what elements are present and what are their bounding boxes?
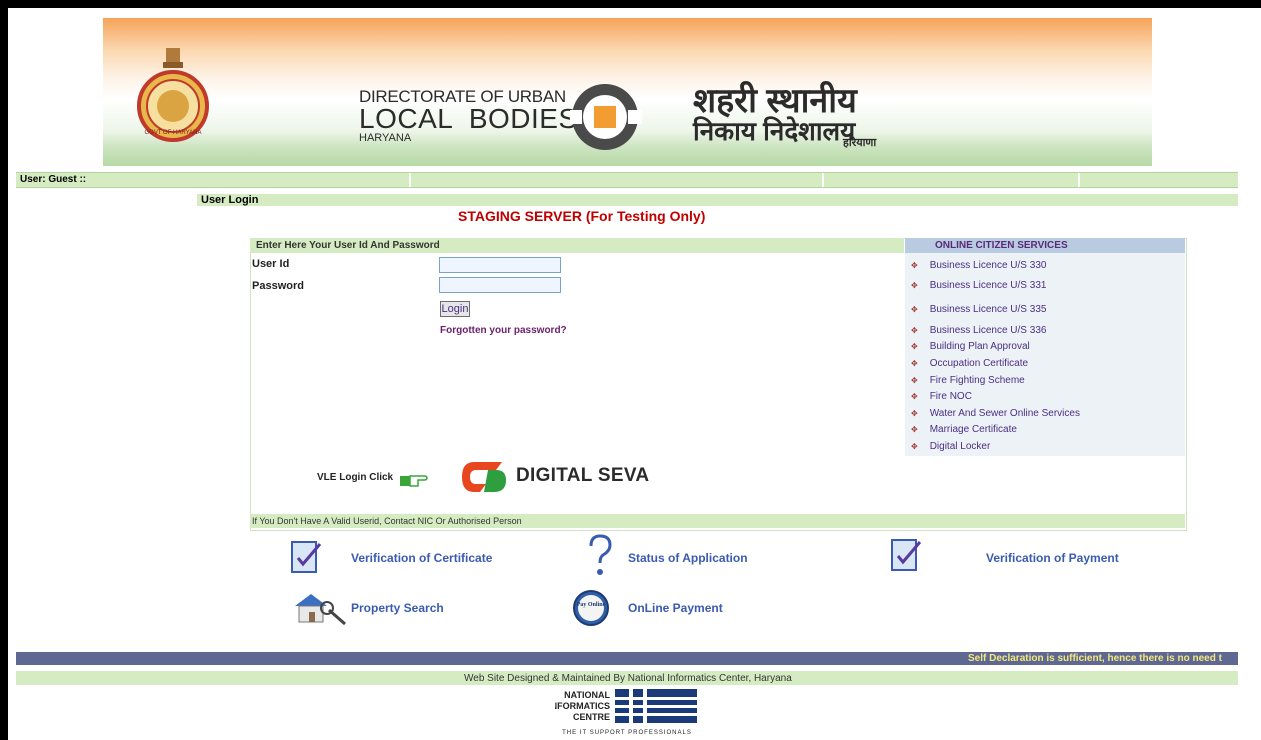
footer-credit-bar: Web Site Designed & Maintained By Nation… [16, 671, 1238, 685]
bullet-icon: ✥ [911, 442, 918, 451]
online-payment-link[interactable]: OnLine Payment [628, 601, 723, 615]
top-border [0, 0, 1261, 8]
bullet-icon: ✥ [911, 392, 918, 401]
footer-credit: Web Site Designed & Maintained By Nation… [464, 673, 792, 684]
org-en-line2: LOCAL BODIES [359, 103, 578, 134]
nic-logo-icon: NATIONAL INFORMATICS CENTRE THE IT SUPPO… [555, 689, 697, 736]
service-link[interactable]: ✥ Fire Fighting Scheme [911, 375, 1025, 386]
left-border [0, 0, 8, 740]
org-hi-line3: हरियाणा [843, 137, 877, 149]
forgot-password-link[interactable]: Forgotten your password? [440, 325, 567, 336]
login-panel-footer: If You Don't Have A Valid Userid, Contac… [250, 514, 1185, 528]
service-link[interactable]: ✥ Water And Sewer Online Services [911, 408, 1080, 419]
nic-line1: NATIONAL [564, 690, 610, 700]
bullet-icon: ✥ [911, 425, 918, 434]
nic-tagline: THE IT SUPPORT PROFESSIONALS [562, 730, 692, 736]
service-link[interactable]: ✥ Occupation Certificate [911, 358, 1028, 369]
vle-login-label: VLE Login Click [317, 472, 394, 483]
service-label[interactable]: Business Licence U/S 330 [930, 260, 1047, 271]
login-button[interactable]: Login [440, 301, 470, 317]
service-link[interactable]: ✥ Digital Locker [911, 441, 990, 452]
userid-label: User Id [252, 258, 290, 270]
staging-notice: STAGING SERVER (For Testing Only) [458, 208, 706, 224]
service-label[interactable]: Business Licence U/S 336 [930, 325, 1047, 336]
userbar-divider [409, 173, 411, 187]
user-status-bar: User: Guest :: [16, 172, 1238, 188]
bullet-icon: ✥ [911, 305, 918, 314]
service-label[interactable]: Water And Sewer Online Services [930, 408, 1080, 419]
bullet-icon: ✥ [911, 409, 918, 418]
service-link[interactable]: ✥ Business Licence U/S 335 [911, 304, 1046, 315]
service-link[interactable]: ✥ Building Plan Approval [911, 341, 1030, 352]
house-search-icon[interactable] [291, 588, 347, 626]
service-link[interactable]: ✥ Business Licence U/S 330 [911, 260, 1046, 271]
service-label[interactable]: Occupation Certificate [930, 358, 1028, 369]
service-label[interactable]: Business Licence U/S 335 [930, 304, 1047, 315]
service-label[interactable]: Digital Locker [930, 441, 991, 452]
announcement-ticker: Self Declaration is sufficient, hence th… [16, 652, 1238, 665]
bullet-icon: ✥ [911, 281, 918, 290]
contact-note: If You Don't Have A Valid Userid, Contac… [252, 516, 522, 526]
bullet-icon: ✥ [911, 359, 918, 368]
userbar-divider [1078, 173, 1080, 187]
service-label[interactable]: Marriage Certificate [930, 424, 1017, 435]
userid-input[interactable] [439, 257, 561, 273]
service-link[interactable]: ✥ Marriage Certificate [911, 424, 1017, 435]
pay-online-icon[interactable]: Pay Online [571, 589, 611, 627]
user-label: User: Guest :: [20, 174, 87, 185]
service-link[interactable]: ✥ Fire NOC [911, 391, 972, 402]
bullet-icon: ✥ [911, 376, 918, 385]
nic-line2: INFORMATICS [555, 701, 610, 711]
service-label[interactable]: Fire NOC [930, 391, 972, 402]
verify-payment-link[interactable]: Verification of Payment [986, 551, 1119, 565]
bullet-icon: ✥ [911, 326, 918, 335]
services-header-text: ONLINE CITIZEN SERVICES [935, 240, 1068, 251]
org-name-english: DIRECTORATE OF URBAN LOCAL BODIES HARYAN… [359, 88, 578, 144]
status-application-link[interactable]: Status of Application [628, 551, 748, 565]
citizen-services-panel: ONLINE CITIZEN SERVICES ✥ Business Licenc… [905, 238, 1185, 456]
nic-line3: CENTRE [573, 712, 610, 722]
ulb-logo-icon [570, 84, 642, 150]
password-input[interactable] [439, 277, 561, 293]
question-mark-icon[interactable] [586, 534, 614, 578]
verify-certificate-link[interactable]: Verification of Certificate [351, 551, 492, 565]
login-panel-header: Enter Here Your User Id And Password [250, 238, 904, 253]
ticker-text[interactable]: Self Declaration is sufficient, hence th… [968, 653, 1222, 664]
header-banner: GOVT OF HARYANA DIRECTORATE OF URBAN LOC… [103, 18, 1152, 166]
pointing-hand-icon[interactable] [400, 470, 428, 488]
service-label[interactable]: Fire Fighting Scheme [930, 375, 1025, 386]
haryana-emblem-icon: GOVT OF HARYANA [137, 48, 209, 142]
service-link[interactable]: ✥ Business Licence U/S 331 [911, 280, 1046, 291]
bullet-icon: ✥ [911, 261, 918, 270]
service-link[interactable]: ✥ Business Licence U/S 336 [911, 325, 1046, 336]
login-header-text: Enter Here Your User Id And Password [256, 240, 440, 251]
org-name-hindi: शहरी स्थानीय निकाय निदेशालय हरियाणा [693, 84, 876, 149]
property-search-link[interactable]: Property Search [351, 601, 444, 615]
bullet-icon: ✥ [911, 342, 918, 351]
digital-seva-logo-icon[interactable] [462, 460, 508, 494]
digital-seva-text[interactable]: DIGITAL SEVA [516, 465, 649, 487]
service-label[interactable]: Building Plan Approval [930, 341, 1030, 352]
emblem-text: GOVT OF HARYANA [144, 130, 201, 136]
password-label: Password [252, 280, 304, 292]
services-header: ONLINE CITIZEN SERVICES [905, 238, 1185, 253]
pay-icon-text: Pay Online [577, 602, 606, 608]
section-title-bar: User Login [197, 194, 1238, 206]
payment-check-icon[interactable] [890, 536, 924, 574]
org-en-line3: HARYANA [359, 132, 412, 144]
ticker-clip: Self Declaration is sufficient, hence th… [16, 652, 1238, 665]
service-label[interactable]: Business Licence U/S 331 [930, 280, 1047, 291]
certificate-check-icon[interactable] [290, 538, 324, 576]
org-hi-line1: शहरी स्थानीय [693, 82, 857, 120]
userbar-divider [822, 173, 824, 187]
section-title: User Login [201, 194, 259, 206]
